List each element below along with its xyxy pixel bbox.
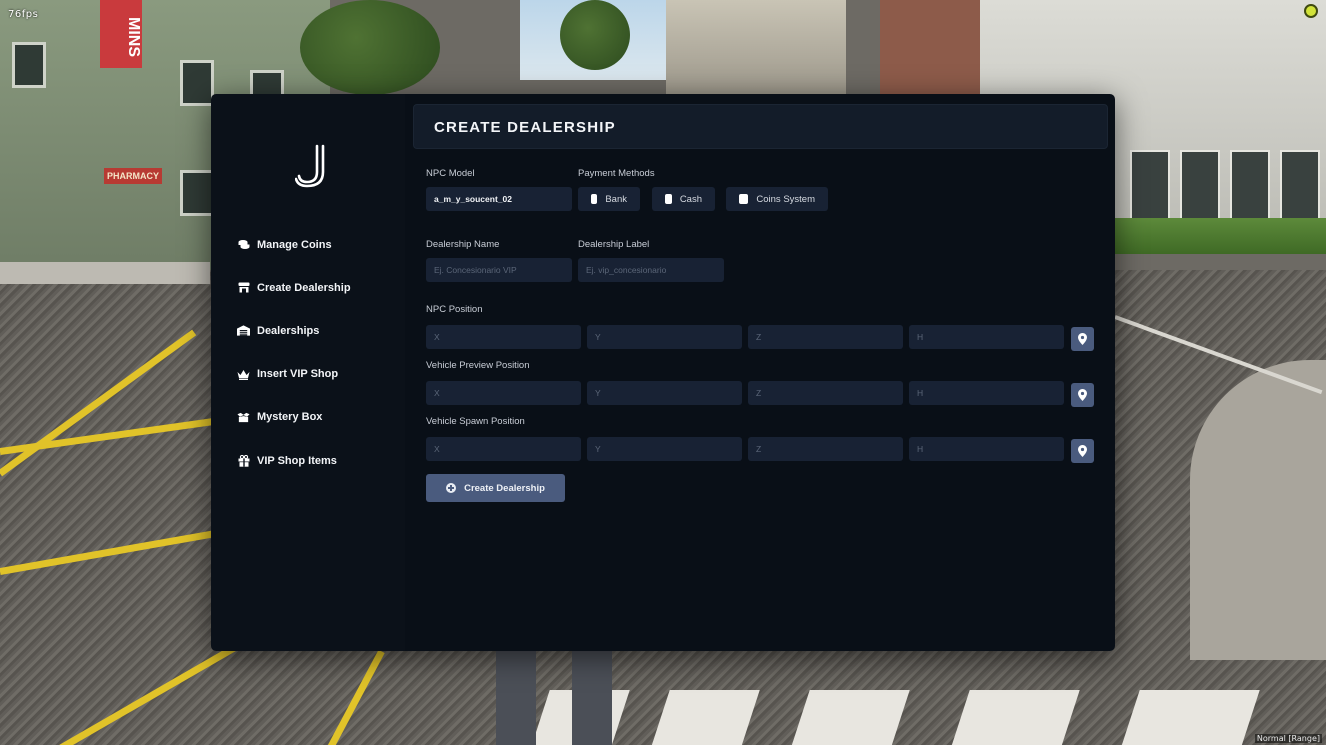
spawn-position-pick-button[interactable]: [1071, 439, 1094, 463]
crosswalk-stripe: [1120, 690, 1260, 745]
dealership-name-label: Dealership Name: [426, 239, 500, 250]
npc-position-x-input[interactable]: [426, 325, 581, 349]
main-content: CREATE DEALERSHIP NPC Model Payment Meth…: [405, 94, 1115, 651]
npc-model-label: NPC Model: [426, 168, 475, 179]
npc-position-h-input[interactable]: [909, 325, 1064, 349]
map-pin-icon: [1078, 389, 1087, 401]
coins-icon: [237, 239, 250, 251]
gift-icon: [237, 454, 250, 467]
vehicle-preview-position-label: Vehicle Preview Position: [426, 360, 530, 371]
npc-model-input[interactable]: [426, 187, 572, 211]
sidebar-item-label: Mystery Box: [257, 411, 323, 424]
sidebar-item-mystery-box[interactable]: Mystery Box: [237, 396, 351, 439]
sidebar-nav: Manage Coins Create Dealership Dealershi…: [237, 223, 351, 482]
crosswalk-stripe: [790, 690, 910, 745]
sidewalk: [0, 262, 210, 284]
map-pin-icon: [1078, 333, 1087, 345]
checkbox-label: Coins System: [756, 193, 815, 205]
player-leg: [572, 650, 612, 745]
page-title: CREATE DEALERSHIP: [434, 119, 616, 136]
building-center: [666, 0, 846, 95]
tree: [560, 0, 630, 70]
admin-panel: Manage Coins Create Dealership Dealershi…: [211, 94, 1115, 651]
spawn-position-h-input[interactable]: [909, 437, 1064, 461]
checkbox-label: Bank: [605, 193, 627, 205]
payment-checkbox-bank[interactable]: Bank: [578, 187, 640, 211]
spawn-position-y-input[interactable]: [587, 437, 742, 461]
map-pin-icon: [1078, 445, 1087, 457]
sidebar-item-label: Dealerships: [257, 324, 320, 337]
player-leg: [496, 650, 536, 745]
sidebar-item-manage-coins[interactable]: Manage Coins: [237, 223, 351, 266]
payment-checkbox-coins-system[interactable]: Coins System: [726, 187, 828, 211]
preview-position-z-input[interactable]: [748, 381, 903, 405]
npc-position-z-input[interactable]: [748, 325, 903, 349]
create-dealership-button-label: Create Dealership: [464, 482, 545, 494]
pharmacy-sign: PHARMACY: [104, 168, 162, 184]
checkbox[interactable]: [739, 194, 749, 204]
j-logo-icon: [295, 144, 325, 188]
preview-position-x-input[interactable]: [426, 381, 581, 405]
sidebar-item-label: Insert VIP Shop: [257, 368, 339, 381]
crosswalk-stripe: [650, 690, 760, 745]
sidebar-item-insert-vip-shop[interactable]: Insert VIP Shop: [237, 353, 351, 396]
box-open-icon: [237, 411, 250, 423]
checkbox-label: Cash: [679, 193, 702, 205]
page-header: CREATE DEALERSHIP: [413, 104, 1108, 149]
preview-position-pick-button[interactable]: [1071, 383, 1094, 407]
crown-icon: [237, 368, 250, 380]
npc-position-pick-button[interactable]: [1071, 327, 1094, 351]
preview-position-y-input[interactable]: [587, 381, 742, 405]
npc-position-label: NPC Position: [426, 304, 483, 315]
checkbox[interactable]: [591, 194, 598, 204]
dealership-label-input[interactable]: [578, 258, 724, 282]
fps-counter: 76fps: [8, 9, 39, 20]
preview-position-h-input[interactable]: [909, 381, 1064, 405]
sidebar-item-label: Manage Coins: [257, 238, 332, 251]
store-icon: [237, 282, 250, 294]
spawn-position-x-input[interactable]: [426, 437, 581, 461]
hedge: [1115, 218, 1326, 254]
sidebar-item-create-dealership[interactable]: Create Dealership: [237, 266, 351, 309]
payment-checkbox-cash[interactable]: Cash: [652, 187, 715, 211]
warehouse-icon: [237, 325, 250, 337]
voice-mode-label: Normal [Range]: [1254, 734, 1322, 743]
vehicle-spawn-position-label: Vehicle Spawn Position: [426, 416, 525, 427]
crosswalk-stripe: [950, 690, 1080, 745]
sidebar: Manage Coins Create Dealership Dealershi…: [211, 94, 405, 651]
sidebar-item-dealerships[interactable]: Dealerships: [237, 309, 351, 352]
plus-circle-icon: [446, 483, 457, 493]
street-sign: MINS: [100, 0, 142, 68]
spawn-position-z-input[interactable]: [748, 437, 903, 461]
tree: [300, 0, 440, 95]
create-dealership-button[interactable]: Create Dealership: [426, 474, 565, 502]
payment-methods-label: Payment Methods: [578, 168, 655, 179]
sidebar-item-label: Create Dealership: [257, 281, 351, 294]
sidebar-item-label: VIP Shop Items: [257, 454, 337, 467]
sidebar-item-vip-shop-items[interactable]: VIP Shop Items: [237, 439, 351, 482]
checkbox[interactable]: [665, 194, 672, 204]
npc-position-y-input[interactable]: [587, 325, 742, 349]
dealership-label-label: Dealership Label: [578, 239, 650, 250]
status-indicator-icon: [1304, 4, 1318, 18]
dealership-name-input[interactable]: [426, 258, 572, 282]
